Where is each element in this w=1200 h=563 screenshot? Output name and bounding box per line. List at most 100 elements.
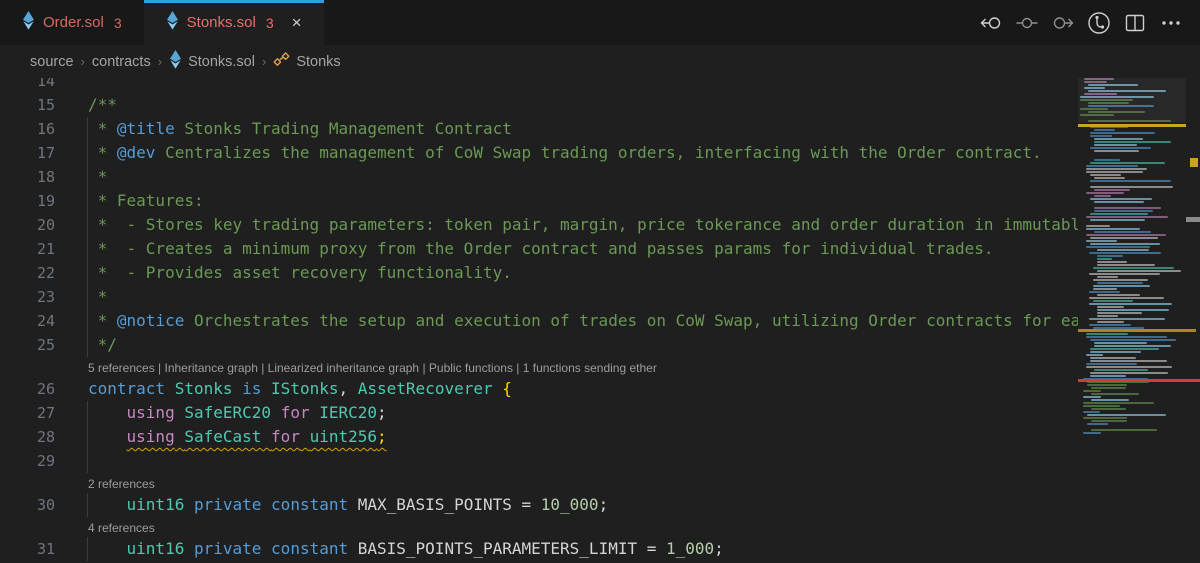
code-line-17[interactable]: 17 * @dev Centralizes the management of … (0, 141, 1078, 165)
minimap-line (1089, 324, 1131, 326)
minimap-line (1094, 207, 1162, 209)
minimap-line (1089, 252, 1161, 254)
code-line-24[interactable]: 24 * @notice Orchestrates the setup and … (0, 309, 1078, 333)
minimap-line (1086, 246, 1150, 248)
minimap-line (1086, 366, 1172, 368)
line-number[interactable]: 17 (0, 141, 55, 165)
line-number[interactable]: 14 (0, 78, 55, 93)
codelens[interactable]: 5 references | Inheritance graph | Linea… (0, 357, 1078, 377)
line-number[interactable]: 26 (0, 377, 55, 401)
line-number[interactable]: 31 (0, 537, 55, 561)
line-number[interactable]: 21 (0, 237, 55, 261)
minimap-line (1086, 225, 1111, 227)
minimap-line (1089, 303, 1173, 305)
breadcrumb-item-stonks[interactable]: Stonks (273, 52, 341, 71)
codelens[interactable]: 2 references (0, 473, 1078, 493)
minimap-line (1090, 147, 1151, 149)
minimap-line (1094, 345, 1171, 347)
code-line-27[interactable]: 27 using SafeERC20 for IERC20; (0, 401, 1078, 425)
code-line-16[interactable]: 16 * @title Stonks Trading Management Co… (0, 117, 1078, 141)
code-text: using SafeCast for uint256; (126, 427, 387, 446)
code-text: * @dev Centralizes the management of CoW… (88, 143, 1042, 162)
breadcrumb-item-source[interactable]: source (30, 54, 74, 70)
minimap-slider[interactable] (1078, 78, 1186, 122)
code-text: * @notice Orchestrates the setup and exe… (88, 311, 1078, 330)
nav-forward-icon[interactable] (1050, 10, 1076, 36)
minimap-line (1090, 135, 1113, 137)
code-line-14[interactable]: 14 (0, 78, 1078, 93)
code-line-20[interactable]: 20 * - Stores key trading parameters: to… (0, 213, 1078, 237)
tab-stonks-sol[interactable]: Stonks.sol 3 × (143, 0, 324, 45)
minimap-line (1086, 192, 1125, 194)
minimap-line (1093, 285, 1150, 287)
minimap-line (1078, 156, 1186, 158)
code-text: * (88, 287, 108, 306)
line-number[interactable]: 27 (0, 401, 55, 425)
code-line-31[interactable]: 31 uint16 private constant BASIS_POINTS_… (0, 537, 1078, 561)
overview-ruler[interactable] (1186, 78, 1200, 563)
minimap-line (1094, 138, 1144, 140)
line-number[interactable]: 18 (0, 165, 55, 189)
code-line-23[interactable]: 23 * (0, 285, 1078, 309)
minimap-line (1097, 264, 1155, 266)
minimap-line (1086, 240, 1117, 242)
code-text: uint16 private constant BASIS_POINTS_PAR… (126, 539, 724, 558)
run-graph-icon[interactable] (1086, 10, 1112, 36)
minimap-line (1090, 237, 1158, 239)
line-number[interactable]: 16 (0, 117, 55, 141)
minimap-line (1097, 312, 1143, 314)
minimap-line (1083, 432, 1101, 434)
code-line-22[interactable]: 22 * - Provides asset recovery functiona… (0, 261, 1078, 285)
code-line-19[interactable]: 19 * Features: (0, 189, 1078, 213)
minimap-line (1094, 141, 1172, 143)
codelens[interactable]: 4 references (0, 517, 1078, 537)
code-line-26[interactable]: 26 contract Stonks is IStonks, AssetRecov… (0, 377, 1078, 401)
line-number[interactable]: 15 (0, 93, 55, 117)
code-line-28[interactable]: 28 using SafeCast for uint256; (0, 425, 1078, 449)
breadcrumb-item-stonks-sol[interactable]: Stonks.sol (169, 50, 255, 73)
line-number[interactable]: 25 (0, 333, 55, 357)
breadcrumb-item-contracts[interactable]: contracts (92, 54, 151, 70)
tab-order-sol[interactable]: Order.sol 3 (0, 0, 144, 45)
editor-actions (978, 0, 1200, 45)
tab-filename: Stonks.sol (186, 14, 256, 31)
line-number[interactable]: 23 (0, 285, 55, 309)
ethereum-icon (169, 50, 182, 73)
minimap-line (1086, 171, 1143, 173)
breadcrumb: source › contracts › Stonks.sol › Stonks (0, 45, 1200, 78)
code-text: * - Creates a minimum proxy from the Ord… (88, 239, 994, 258)
line-number[interactable]: 22 (0, 261, 55, 285)
minimap-line (1093, 288, 1117, 290)
minimap-line (1090, 132, 1156, 134)
minimap-line (1090, 360, 1167, 362)
minimap-line (1089, 291, 1120, 293)
nav-position-icon[interactable] (1014, 10, 1040, 36)
code-line-25[interactable]: 25 */ (0, 333, 1078, 357)
minimap-line (1097, 258, 1112, 260)
code-line-30[interactable]: 30 uint16 private constant MAX_BASIS_POI… (0, 493, 1078, 517)
close-icon[interactable]: × (292, 14, 302, 31)
minimap-line (1094, 369, 1149, 371)
line-number[interactable]: 19 (0, 189, 55, 213)
tab-problems-badge: 3 (265, 14, 274, 31)
line-number[interactable]: 24 (0, 309, 55, 333)
minimap-line (1097, 321, 1124, 323)
line-number[interactable]: 20 (0, 213, 55, 237)
more-actions-icon[interactable] (1158, 10, 1184, 36)
minimap-line (1093, 267, 1174, 269)
split-editor-icon[interactable] (1122, 10, 1148, 36)
code-line-29[interactable]: 29 (0, 449, 1078, 473)
breadcrumb-separator: › (157, 54, 163, 69)
cursor-marker (1186, 217, 1200, 222)
code-line-21[interactable]: 21 * - Creates a minimum proxy from the … (0, 237, 1078, 261)
line-number[interactable]: 28 (0, 425, 55, 449)
code-line-18[interactable]: 18 * (0, 165, 1078, 189)
nav-back-icon[interactable] (978, 10, 1004, 36)
code-text: */ (88, 335, 117, 354)
line-number[interactable]: 29 (0, 449, 55, 473)
code-line-15[interactable]: 15 /** (0, 93, 1078, 117)
line-number[interactable]: 30 (0, 493, 55, 517)
minimap[interactable] (1078, 78, 1186, 563)
minimap-line (1094, 159, 1121, 161)
minimap-line (1090, 219, 1146, 221)
